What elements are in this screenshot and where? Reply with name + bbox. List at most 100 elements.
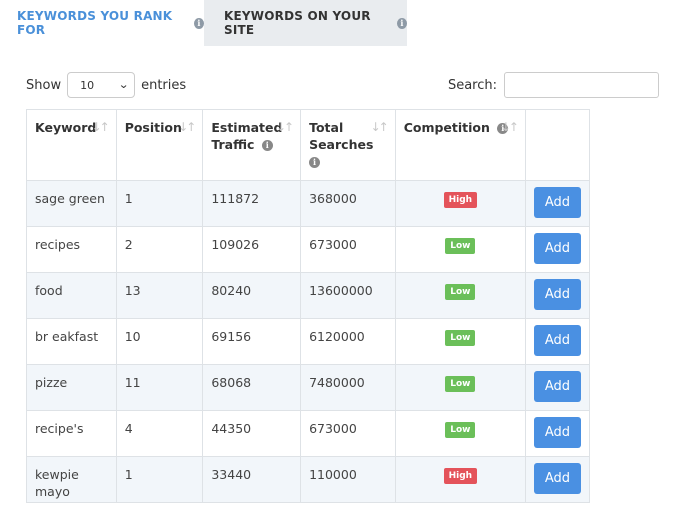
competition-badge: High [443, 468, 478, 484]
header-label: Keyword [35, 120, 97, 135]
action-cell: Add [524, 456, 591, 503]
add-button[interactable]: Add [533, 325, 581, 356]
table-header-row: Keyword ↓↑ Position ↓↑ Estimated Traffic… [26, 109, 591, 181]
sort-icon: ↓↑ [370, 120, 389, 134]
info-icon[interactable]: i [261, 140, 273, 151]
position-cell: 4 [115, 410, 204, 457]
entries-value: 10 [80, 78, 95, 92]
searches-cell: 368000 [300, 180, 396, 227]
entries-label: entries [141, 77, 187, 93]
competition-badge: Low [445, 238, 476, 254]
header-label: Estimated [211, 120, 283, 135]
column-header-position[interactable]: Position ↓↑ [115, 109, 204, 181]
entries-select[interactable]: 10 ⌄ [67, 72, 136, 98]
competition-badge: Low [445, 376, 476, 392]
keyword-cell: br eakfast [26, 318, 117, 365]
search-control: Search: [448, 72, 659, 98]
table-row: br eakfast 10 69156 6120000 Low Add [26, 318, 591, 365]
searches-cell: 6120000 [300, 318, 396, 365]
sort-icon: ↓↑ [275, 120, 294, 134]
header-label: Total [309, 120, 344, 135]
header-label: Competition [403, 120, 490, 135]
info-icon[interactable]: i [309, 157, 321, 168]
search-label: Search: [447, 77, 497, 93]
column-header-keyword[interactable]: Keyword ↓↑ [26, 109, 117, 181]
position-cell: 2 [115, 226, 204, 273]
sort-icon: ↓↑ [91, 120, 110, 134]
action-cell: Add [524, 272, 591, 319]
sort-icon: ↓↑ [178, 120, 196, 134]
keyword-cell: pizze [26, 364, 117, 411]
add-button[interactable]: Add [533, 233, 581, 264]
table-row: sage green 1 111872 368000 High Add [26, 180, 591, 227]
table-row: food 13 80240 13600000 Low Add [26, 272, 591, 319]
competition-cell: Low [394, 272, 526, 319]
add-button[interactable]: Add [533, 187, 581, 218]
tab-keywords-on-your-site[interactable]: KEYWORDS ON YOUR SITE i [204, 0, 407, 46]
action-cell: Add [524, 318, 591, 365]
keyword-cell: recipe's [26, 410, 117, 457]
action-cell: Add [524, 364, 591, 411]
traffic-cell: 44350 [202, 410, 302, 457]
action-cell: Add [524, 180, 591, 227]
competition-cell: High [394, 456, 526, 503]
header-label: Traffic [211, 137, 255, 152]
add-button[interactable]: Add [533, 279, 581, 310]
column-header-competition[interactable]: Competition i ↓↑ [394, 109, 526, 181]
search-input[interactable] [504, 72, 659, 98]
add-button[interactable]: Add [533, 463, 581, 494]
position-cell: 13 [115, 272, 204, 319]
keyword-cell: recipes [26, 226, 117, 273]
table-row: recipe's 4 44350 673000 Low Add [26, 410, 591, 457]
traffic-cell: 69156 [202, 318, 302, 365]
competition-cell: Low [394, 318, 526, 365]
position-cell: 1 [115, 180, 204, 227]
tab-keywords-you-rank-for[interactable]: KEYWORDS YOU RANK FOR i [0, 0, 204, 46]
keyword-cell: kewpie mayo [26, 456, 117, 503]
table-row: recipes 2 109026 673000 Low Add [26, 226, 591, 273]
action-cell: Add [524, 226, 591, 273]
competition-cell: High [394, 180, 526, 227]
traffic-cell: 109026 [202, 226, 302, 273]
entries-control: Show 10 ⌄ entries [26, 72, 186, 98]
searches-cell: 110000 [300, 456, 396, 503]
sort-icon: ↓↑ [500, 120, 519, 134]
competition-badge: High [443, 192, 478, 208]
traffic-cell: 68068 [202, 364, 302, 411]
column-header-estimated-traffic[interactable]: Estimated Traffic i ↓↑ [202, 109, 302, 181]
keywords-table: Keyword ↓↑ Position ↓↑ Estimated Traffic… [26, 109, 591, 503]
table-row: pizze 11 68068 7480000 Low Add [26, 364, 591, 411]
header-label: Position [124, 120, 182, 135]
searches-cell: 673000 [300, 410, 396, 457]
traffic-cell: 80240 [202, 272, 302, 319]
competition-badge: Low [445, 284, 476, 300]
traffic-cell: 33440 [202, 456, 302, 503]
show-label: Show [26, 77, 62, 93]
info-icon[interactable]: i [194, 17, 204, 29]
traffic-cell: 111872 [202, 180, 302, 227]
column-header-action [524, 109, 591, 181]
position-cell: 11 [115, 364, 204, 411]
position-cell: 1 [115, 456, 204, 503]
column-header-total-searches[interactable]: Total Searches i ↓↑ [300, 109, 396, 181]
add-button[interactable]: Add [533, 371, 581, 402]
competition-badge: Low [445, 330, 476, 346]
header-label: Searches [309, 137, 374, 152]
searches-cell: 13600000 [300, 272, 396, 319]
action-cell: Add [524, 410, 591, 457]
table-row: kewpie mayo 1 33440 110000 High Add [26, 456, 591, 503]
keyword-cell: food [26, 272, 117, 319]
competition-cell: Low [394, 364, 526, 411]
add-button[interactable]: Add [533, 417, 581, 448]
chevron-down-icon: ⌄ [117, 78, 129, 91]
competition-cell: Low [394, 226, 526, 273]
tab-bar: KEYWORDS YOU RANK FOR i KEYWORDS ON YOUR… [0, 0, 679, 46]
tab-label: KEYWORDS ON YOUR SITE [224, 9, 371, 37]
info-icon[interactable]: i [396, 17, 407, 29]
keyword-cell: sage green [26, 180, 117, 227]
searches-cell: 7480000 [300, 364, 396, 411]
competition-cell: Low [394, 410, 526, 457]
tab-label: KEYWORDS YOU RANK FOR [17, 9, 173, 37]
position-cell: 10 [115, 318, 204, 365]
searches-cell: 673000 [300, 226, 396, 273]
